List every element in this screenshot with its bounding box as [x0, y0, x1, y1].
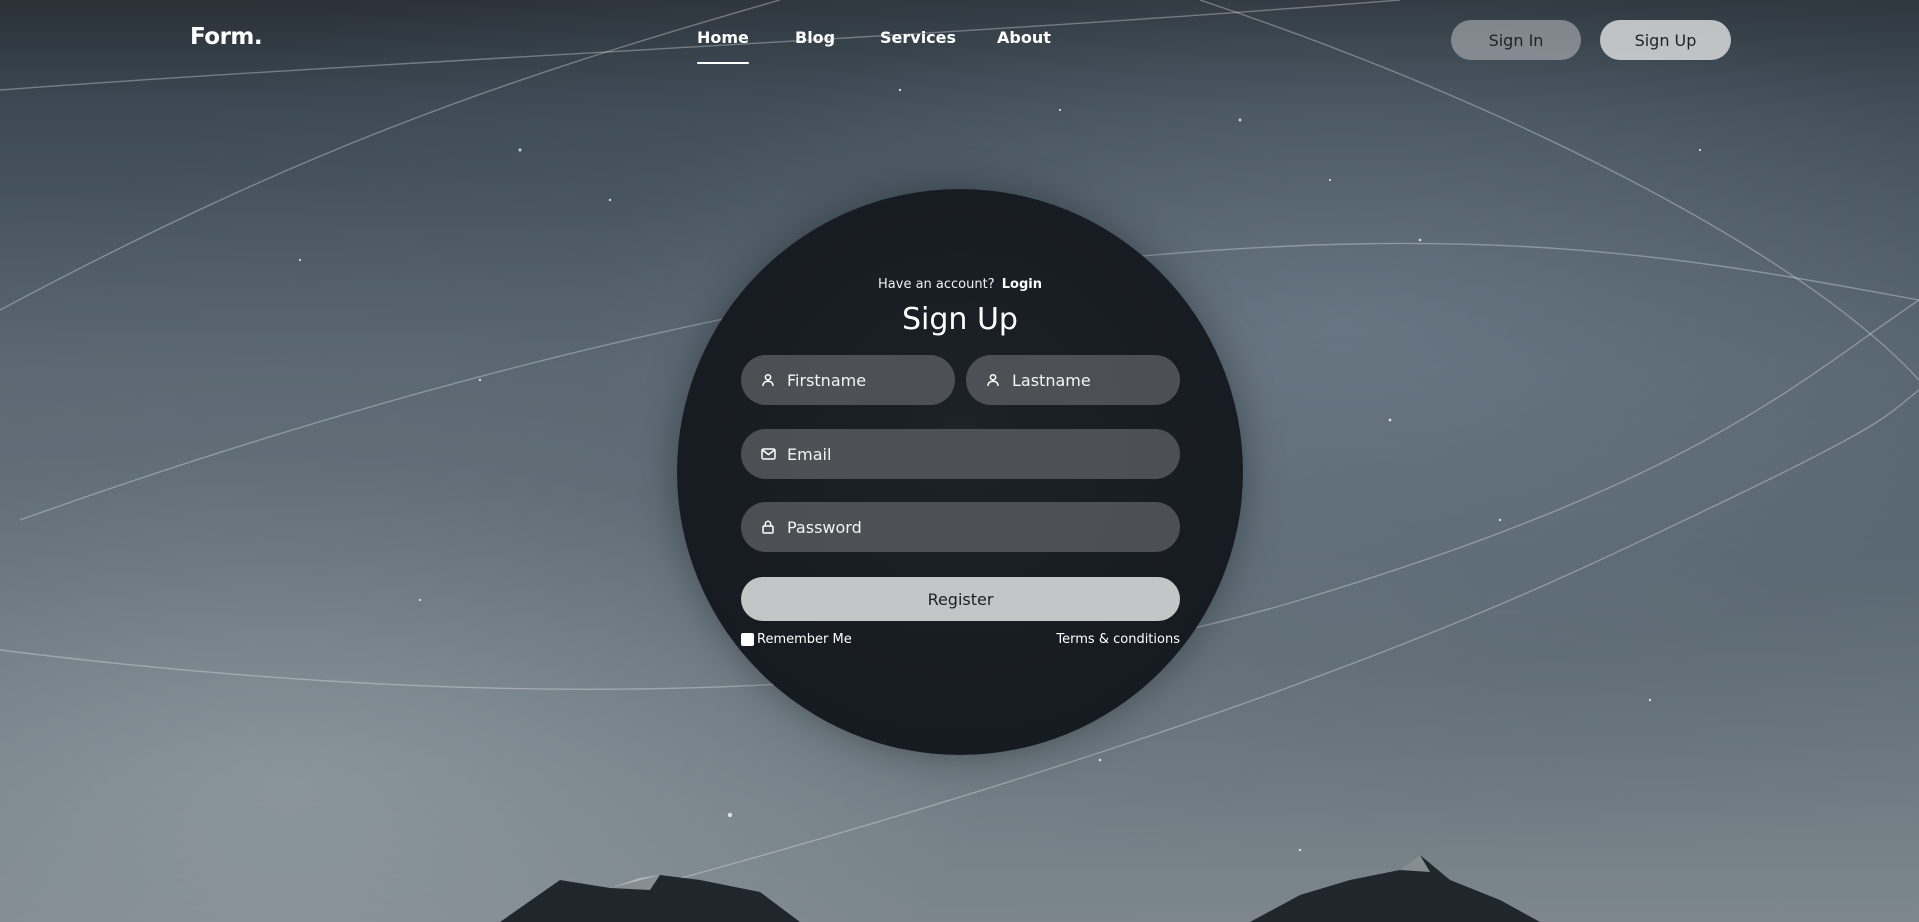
envelope-icon	[759, 445, 777, 463]
password-input[interactable]	[787, 517, 1180, 537]
have-account-text: Have an account?	[878, 277, 995, 292]
signup-form-panel: Have an account? Login Sign Up Register …	[677, 189, 1243, 755]
email-field[interactable]	[741, 429, 1180, 479]
lastname-field[interactable]	[966, 355, 1180, 405]
nav-link-blog[interactable]: Blog	[795, 28, 835, 47]
top-navbar: Form. Home Blog Services About Sign In S…	[0, 0, 1919, 78]
form-title: Sign Up	[902, 302, 1018, 337]
nav-link-about[interactable]: About	[997, 28, 1051, 47]
remember-me-checkbox[interactable]	[741, 633, 754, 646]
sign-in-button[interactable]: Sign In	[1451, 20, 1581, 60]
password-field[interactable]	[741, 502, 1180, 552]
user-icon	[759, 371, 777, 389]
lastname-input[interactable]	[1012, 370, 1180, 390]
nav-link-services[interactable]: Services	[880, 28, 956, 47]
login-link[interactable]: Login	[1002, 277, 1042, 292]
lock-icon	[759, 518, 777, 536]
have-account-line: Have an account? Login	[677, 277, 1243, 292]
register-button[interactable]: Register	[741, 577, 1180, 621]
terms-link[interactable]: Terms & conditions	[1056, 632, 1180, 647]
remember-me-label: Remember Me	[757, 632, 852, 647]
brand-logo[interactable]: Form.	[190, 24, 263, 50]
email-input[interactable]	[787, 444, 1180, 464]
remember-me[interactable]: Remember Me	[741, 632, 852, 647]
nav-link-home[interactable]: Home	[697, 28, 749, 64]
firstname-input[interactable]	[787, 370, 955, 390]
user-icon	[984, 371, 1002, 389]
firstname-field[interactable]	[741, 355, 955, 405]
sign-up-button[interactable]: Sign Up	[1600, 20, 1731, 60]
